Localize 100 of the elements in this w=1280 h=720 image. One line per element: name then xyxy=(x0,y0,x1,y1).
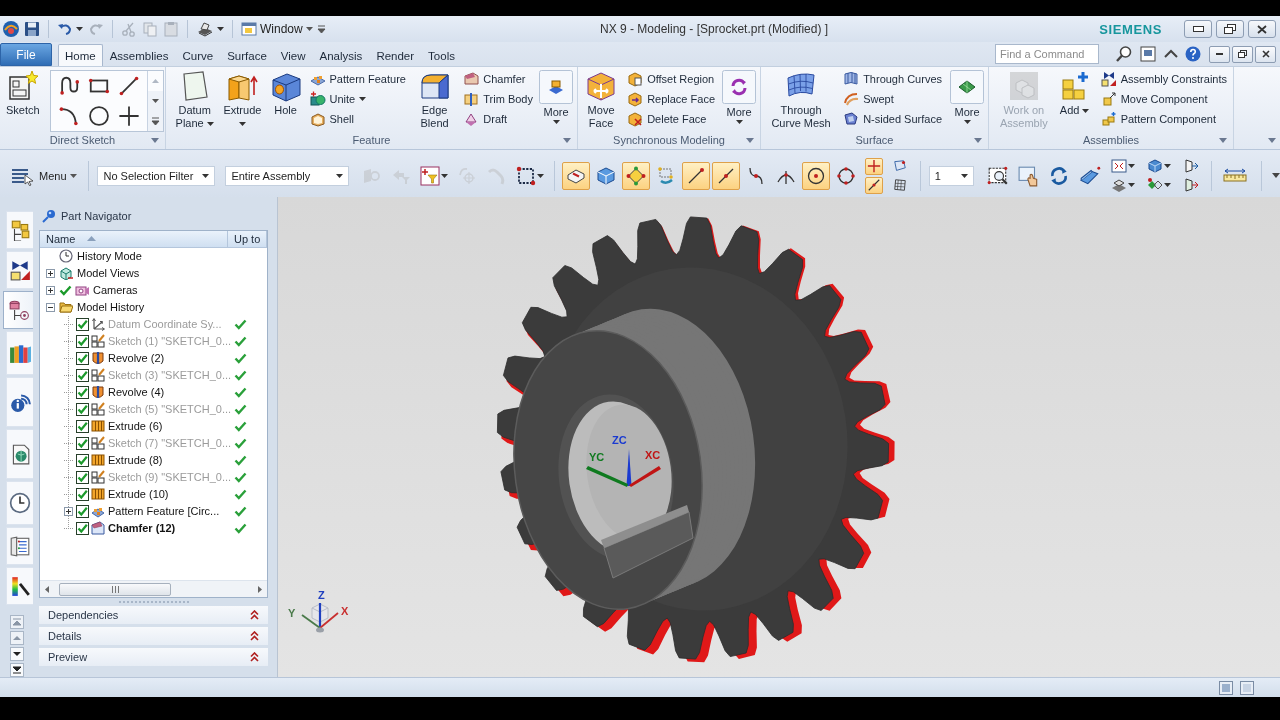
ribbon-tab[interactable]: View xyxy=(273,44,313,66)
search-icon[interactable] xyxy=(1115,45,1133,63)
ribbon-tab[interactable]: Analysis xyxy=(312,44,370,66)
more-button[interactable]: More xyxy=(539,67,573,124)
help-icon[interactable] xyxy=(1185,46,1201,62)
resource-tab[interactable] xyxy=(3,291,33,329)
section-header[interactable]: Details xyxy=(39,627,268,646)
toolbar-options-icon[interactable] xyxy=(1271,173,1280,178)
section-header[interactable]: Dependencies xyxy=(39,606,268,625)
checkbox[interactable] xyxy=(76,334,89,348)
ribbon-button[interactable]: Sketch xyxy=(4,67,42,133)
ribbon-button[interactable]: Delete Face xyxy=(625,109,717,129)
checkbox[interactable] xyxy=(76,351,89,365)
scrollbar-thumb[interactable] xyxy=(59,582,171,596)
tree-node[interactable]: Model Views xyxy=(76,267,141,280)
snap-toggle-button[interactable] xyxy=(864,176,883,194)
ribbon-button[interactable]: Datum Plane xyxy=(172,67,218,133)
close-button[interactable] xyxy=(1248,20,1276,38)
ribbon-button[interactable]: Shell xyxy=(307,109,408,129)
launcher-icon[interactable] xyxy=(746,137,754,143)
scroll-bottom-button[interactable] xyxy=(10,663,24,677)
tree-node[interactable]: Pattern Feature [Circ... xyxy=(107,505,221,518)
more-button[interactable]: More xyxy=(722,67,756,124)
work-layer-dropdown[interactable]: 1 xyxy=(928,165,975,186)
ribbon-button[interactable]: Pattern Feature xyxy=(307,69,408,89)
panel-toggle-icon[interactable] xyxy=(1240,680,1254,695)
expander-icon[interactable] xyxy=(46,268,55,278)
checkbox[interactable] xyxy=(76,504,89,518)
ribbon-tab[interactable]: Home xyxy=(58,44,103,66)
expander-icon[interactable] xyxy=(46,302,55,312)
gallery-expand-button[interactable] xyxy=(147,111,163,131)
ribbon-button[interactable]: Offset Region xyxy=(625,69,717,89)
checkbox[interactable] xyxy=(76,385,89,399)
panel-toggle-icon[interactable] xyxy=(1219,680,1233,695)
checkbox[interactable] xyxy=(76,487,89,501)
checkbox[interactable] xyxy=(76,419,89,433)
section-header[interactable]: Preview xyxy=(39,648,268,666)
ribbon-tab[interactable]: Curve xyxy=(175,44,221,66)
column-header[interactable]: Up to xyxy=(228,230,268,247)
view-tool-button[interactable] xyxy=(1108,157,1137,175)
save-button[interactable] xyxy=(23,19,41,39)
tree-node[interactable]: Extrude (6) xyxy=(107,420,164,433)
ribbon-button[interactable]: Hole xyxy=(267,67,304,133)
ribbon-button[interactable]: Unite xyxy=(307,89,408,109)
ribbon-button[interactable]: Draft xyxy=(461,109,535,129)
tree-node[interactable]: Chamfer (12) xyxy=(107,522,177,535)
splitter-handle[interactable] xyxy=(118,601,189,604)
minimize-button[interactable] xyxy=(1209,45,1230,63)
ribbon-tab[interactable]: Surface xyxy=(220,44,274,66)
snap-toggle-button[interactable] xyxy=(711,161,740,190)
close-button[interactable] xyxy=(1255,45,1276,63)
menu-button[interactable]: Menu xyxy=(8,162,79,189)
expander-icon[interactable] xyxy=(64,506,73,516)
snap-toggle-button[interactable] xyxy=(801,161,830,190)
launcher-icon[interactable] xyxy=(563,137,571,143)
line-icon[interactable] xyxy=(117,75,140,97)
restore-button[interactable] xyxy=(1232,45,1253,63)
snap-toggle-button[interactable] xyxy=(864,157,883,175)
ribbon-button[interactable]: Through Curve Mesh xyxy=(767,67,836,133)
expander-icon[interactable] xyxy=(46,285,55,295)
launcher-icon[interactable] xyxy=(151,137,159,143)
ribbon-button[interactable]: Replace Face xyxy=(625,89,717,109)
ribbon-tab[interactable]: Tools xyxy=(421,44,462,66)
ribbon-button[interactable]: Swept xyxy=(841,89,944,109)
ribbon-options-icon[interactable] xyxy=(1268,138,1276,143)
ribbon-button[interactable]: Pattern Component xyxy=(1098,109,1229,129)
tree-node[interactable]: Revolve (2) xyxy=(107,352,166,365)
tree-node[interactable]: Extrude (10) xyxy=(107,488,170,501)
ribbon-button[interactable]: Chamfer xyxy=(461,69,535,89)
checkbox[interactable] xyxy=(76,402,89,416)
customize-icon[interactable] xyxy=(316,23,326,35)
launcher-icon[interactable] xyxy=(974,137,982,143)
ribbon-button[interactable]: Move Face xyxy=(582,67,621,133)
selection-scope-dropdown[interactable]: Entire Assembly xyxy=(225,165,349,186)
profile-icon[interactable] xyxy=(57,75,80,97)
minimize-button[interactable] xyxy=(1184,20,1212,38)
ribbon-button[interactable]: Trim Body xyxy=(461,89,535,109)
checkbox[interactable] xyxy=(76,317,89,331)
ribbon-tab[interactable]: Render xyxy=(369,44,422,66)
checkbox[interactable] xyxy=(76,521,89,535)
scroll-right-button[interactable] xyxy=(256,584,264,594)
window-menu-button[interactable]: Window xyxy=(240,19,314,39)
ribbon-button[interactable]: Extrude xyxy=(221,67,264,133)
tree-node[interactable]: Revolve (4) xyxy=(107,386,166,399)
checkbox[interactable] xyxy=(76,436,89,450)
file-tab[interactable]: File xyxy=(0,43,52,66)
snap-toggle-button[interactable] xyxy=(681,161,710,190)
ribbon-button[interactable]: Move Component xyxy=(1098,89,1229,109)
scroll-down-button[interactable] xyxy=(10,647,24,661)
column-header[interactable]: Name xyxy=(40,230,228,247)
checkbox[interactable] xyxy=(76,368,89,382)
snap-toggle-button[interactable] xyxy=(561,161,590,190)
tree-node[interactable]: Extrude (8) xyxy=(107,454,164,467)
ribbon-button[interactable]: Assembly Constraints xyxy=(1098,69,1229,89)
command-search-field[interactable]: Find a Command xyxy=(995,44,1099,64)
ribbon-button[interactable]: N-sided Surface xyxy=(841,109,944,129)
arc-icon[interactable] xyxy=(57,105,80,127)
tree-node[interactable]: Model History xyxy=(76,301,146,314)
snap-toggle-button[interactable] xyxy=(621,161,650,190)
launcher-icon[interactable] xyxy=(1219,137,1227,143)
